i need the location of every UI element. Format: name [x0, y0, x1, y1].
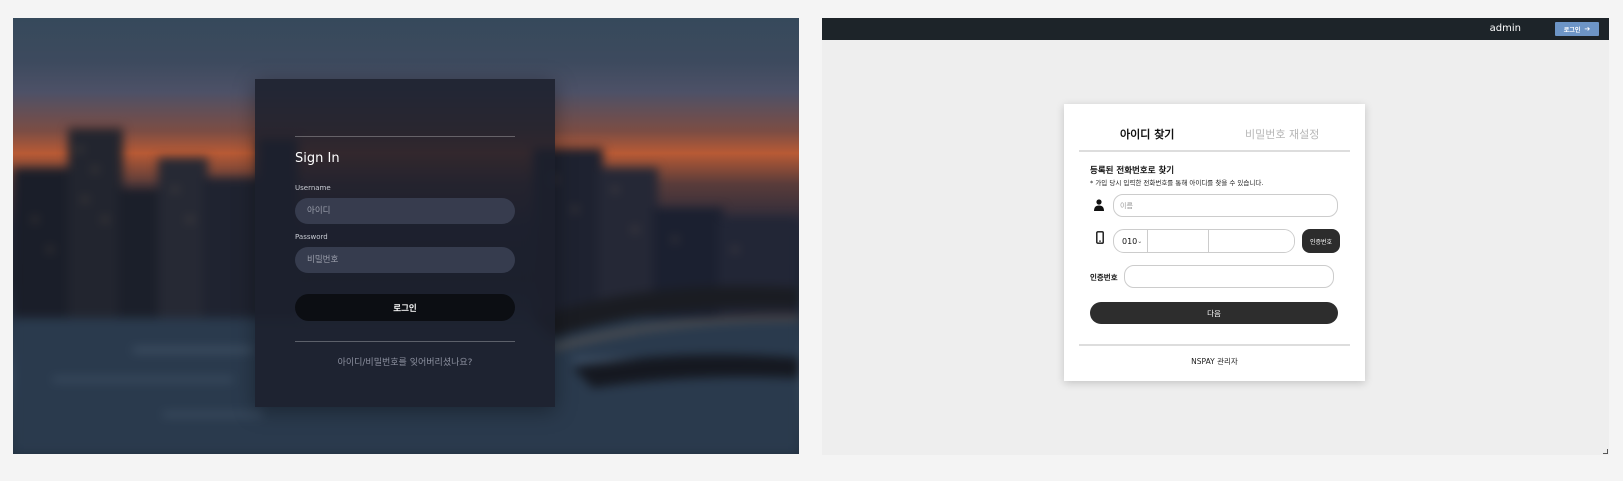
mobile-phone-icon [1096, 231, 1104, 244]
resize-handle[interactable] [1603, 449, 1608, 454]
forgot-credentials-link[interactable]: 아이디/비밀번호를 잊어버리셨나요? [295, 355, 515, 368]
login-button[interactable]: 로그인 [295, 294, 515, 321]
verification-code-label: 인증번호 [1090, 273, 1118, 282]
footer-label: NSPAY 관리자 [1191, 357, 1238, 366]
divider [1079, 150, 1350, 152]
tab-find-id[interactable]: 아이디 찾기 [1120, 126, 1174, 142]
password-input[interactable] [295, 247, 515, 273]
admin-top-bar: admin 로그인 ➔ [822, 18, 1609, 40]
find-id-card: 아이디 찾기 비밀번호 재설정 등록된 전화번호로 찾기 * 가입 당시 입력한… [1064, 104, 1365, 381]
divider [1079, 344, 1350, 346]
divider [295, 341, 515, 342]
phone-middle-input[interactable] [1148, 230, 1210, 252]
phone-prefix-select[interactable]: 010 ⌄ [1114, 230, 1149, 252]
username-label: Username [295, 184, 331, 192]
password-label: Password [295, 233, 328, 241]
section-note: * 가입 당시 입력한 전화번호를 통해 아이디를 찾을 수 있습니다. [1090, 179, 1264, 187]
admin-username: admin [1489, 23, 1521, 34]
signin-title: Sign In [295, 151, 340, 166]
divider [295, 136, 515, 137]
name-input[interactable] [1113, 194, 1338, 217]
tab-reset-password[interactable]: 비밀번호 재설정 [1245, 126, 1319, 142]
arrow-right-icon: ➔ [1584, 25, 1591, 33]
request-code-button[interactable]: 인증번호 [1302, 229, 1340, 253]
person-icon [1094, 199, 1104, 211]
chevron-down-icon: ⌄ [1137, 237, 1143, 245]
verification-code-input[interactable] [1124, 265, 1334, 288]
topbar-login-label: 로그인 [1563, 26, 1581, 34]
signin-card: Sign In Username Password 로그인 아이디/비밀번호를 … [255, 79, 555, 407]
find-id-screen: admin 로그인 ➔ 아이디 찾기 비밀번호 재설정 등록된 전화번호로 찾기… [822, 18, 1609, 455]
next-button[interactable]: 다음 [1090, 302, 1338, 324]
signin-screen: Sign In Username Password 로그인 아이디/비밀번호를 … [13, 18, 799, 454]
phone-last-input[interactable] [1209, 230, 1294, 252]
topbar-login-button[interactable]: 로그인 ➔ [1555, 22, 1599, 36]
phone-number-group: 010 ⌄ [1113, 229, 1295, 253]
section-title: 등록된 전화번호로 찾기 [1090, 166, 1175, 176]
phone-prefix-value: 010 [1122, 236, 1138, 246]
username-input[interactable] [295, 198, 515, 224]
